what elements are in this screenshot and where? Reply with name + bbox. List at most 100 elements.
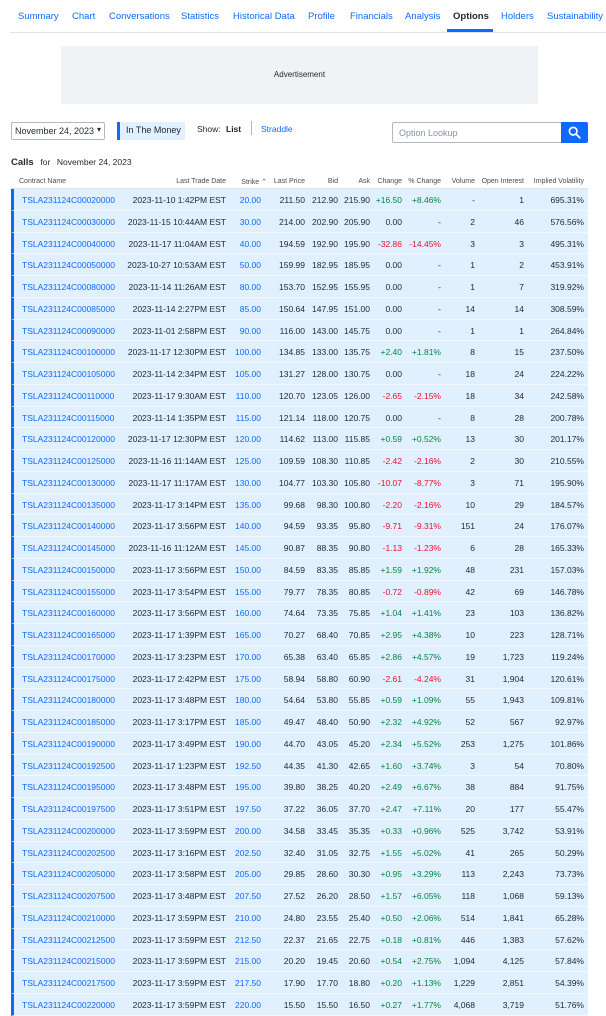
contract-link[interactable]: TSLA231124C00085000 bbox=[22, 304, 115, 314]
strike-link[interactable]: 170.00 bbox=[235, 652, 261, 662]
strike-link[interactable]: 192.50 bbox=[235, 761, 261, 771]
option-lookup-input[interactable] bbox=[392, 122, 561, 143]
strike-link[interactable]: 202.50 bbox=[235, 848, 261, 858]
show-straddle-option[interactable]: Straddle bbox=[261, 124, 293, 134]
contract-link[interactable]: TSLA231124C00115000 bbox=[22, 413, 114, 423]
contract-link[interactable]: TSLA231124C00185000 bbox=[22, 717, 115, 727]
contract-link[interactable]: TSLA231124C00040000 bbox=[22, 239, 115, 249]
col-strike[interactable]: Strike ⌃ bbox=[241, 178, 267, 186]
strike-link[interactable]: 20.00 bbox=[240, 195, 261, 205]
contract-link[interactable]: TSLA231124C00155000 bbox=[22, 587, 115, 597]
col-pct-change[interactable]: % Change bbox=[408, 178, 441, 185]
strike-link[interactable]: 50.00 bbox=[240, 260, 261, 270]
contract-link[interactable]: TSLA231124C00120000 bbox=[22, 434, 115, 444]
strike-link[interactable]: 175.00 bbox=[235, 674, 261, 684]
col-volume[interactable]: Volume bbox=[452, 178, 475, 185]
strike-link[interactable]: 145.00 bbox=[235, 543, 261, 553]
contract-link[interactable]: TSLA231124C00150000 bbox=[22, 565, 115, 575]
strike-link[interactable]: 160.00 bbox=[235, 608, 261, 618]
contract-link[interactable]: TSLA231124C00090000 bbox=[22, 326, 115, 336]
strike-link[interactable]: 155.00 bbox=[235, 587, 261, 597]
contract-link[interactable]: TSLA231124C00020000 bbox=[22, 195, 115, 205]
contract-link[interactable]: TSLA231124C00215000 bbox=[22, 956, 115, 966]
tab-options[interactable]: Options bbox=[453, 11, 489, 22]
col-implied-volatility[interactable]: Implied Volatility bbox=[534, 178, 584, 185]
contract-link[interactable]: TSLA231124C00180000 bbox=[22, 695, 115, 705]
tab-statistics[interactable]: Statistics bbox=[181, 11, 219, 22]
strike-link[interactable]: 212.50 bbox=[235, 935, 261, 945]
strike-link[interactable]: 185.00 bbox=[235, 717, 261, 727]
strike-link[interactable]: 200.00 bbox=[235, 826, 261, 836]
contract-link[interactable]: TSLA231124C00197500 bbox=[22, 804, 115, 814]
contract-link[interactable]: TSLA231124C00080000 bbox=[22, 282, 115, 292]
strike-link[interactable]: 105.00 bbox=[235, 369, 261, 379]
strike-link[interactable]: 110.00 bbox=[236, 391, 261, 401]
tab-chart[interactable]: Chart bbox=[72, 11, 95, 22]
col-open-interest[interactable]: Open Interest bbox=[482, 178, 524, 185]
strike-link[interactable]: 130.00 bbox=[235, 478, 261, 488]
strike-link[interactable]: 30.00 bbox=[240, 217, 261, 227]
col-last-price[interactable]: Last Price bbox=[274, 178, 305, 185]
show-list-option[interactable]: List bbox=[226, 124, 241, 134]
strike-link[interactable]: 100.00 bbox=[235, 347, 261, 357]
strike-link[interactable]: 220.00 bbox=[235, 1000, 261, 1010]
tab-summary[interactable]: Summary bbox=[18, 11, 59, 22]
col-ask[interactable]: Ask bbox=[358, 178, 370, 185]
tab-historical-data[interactable]: Historical Data bbox=[233, 11, 295, 22]
col-bid[interactable]: Bid bbox=[328, 178, 338, 185]
strike-link[interactable]: 120.00 bbox=[235, 434, 261, 444]
contract-link[interactable]: TSLA231124C00145000 bbox=[22, 543, 115, 553]
strike-link[interactable]: 80.00 bbox=[240, 282, 261, 292]
contract-link[interactable]: TSLA231124C00110000 bbox=[22, 391, 114, 401]
strike-link[interactable]: 90.00 bbox=[240, 326, 261, 336]
contract-link[interactable]: TSLA231124C00135000 bbox=[22, 500, 115, 510]
contract-link[interactable]: TSLA231124C00207500 bbox=[22, 891, 115, 901]
contract-link[interactable]: TSLA231124C00100000 bbox=[22, 347, 115, 357]
col-last-trade-date[interactable]: Last Trade Date bbox=[176, 178, 226, 185]
strike-link[interactable]: 135.00 bbox=[235, 500, 261, 510]
contract-link[interactable]: TSLA231124C00105000 bbox=[22, 369, 115, 379]
contract-link[interactable]: TSLA231124C00165000 bbox=[22, 630, 115, 640]
contract-link[interactable]: TSLA231124C00202500 bbox=[22, 848, 115, 858]
contract-link[interactable]: TSLA231124C00192500 bbox=[22, 761, 115, 771]
tab-conversations[interactable]: Conversations bbox=[109, 11, 170, 22]
strike-link[interactable]: 140.00 bbox=[235, 521, 261, 531]
tab-financials[interactable]: Financials bbox=[350, 11, 393, 22]
strike-link[interactable]: 207.50 bbox=[235, 891, 261, 901]
contract-link[interactable]: TSLA231124C00217500 bbox=[22, 978, 115, 988]
strike-link[interactable]: 180.00 bbox=[235, 695, 261, 705]
tab-sustainability[interactable]: Sustainability bbox=[547, 11, 603, 22]
strike-link[interactable]: 215.00 bbox=[235, 956, 261, 966]
option-lookup-button[interactable] bbox=[561, 122, 588, 143]
contract-link[interactable]: TSLA231124C00140000 bbox=[22, 521, 115, 531]
in-the-money-toggle[interactable]: In The Money bbox=[117, 122, 185, 140]
contract-link[interactable]: TSLA231124C00160000 bbox=[22, 608, 115, 618]
contract-link[interactable]: TSLA231124C00195000 bbox=[22, 782, 115, 792]
contract-link[interactable]: TSLA231124C00220000 bbox=[22, 1000, 115, 1010]
contract-link[interactable]: TSLA231124C00205000 bbox=[22, 869, 115, 879]
strike-link[interactable]: 40.00 bbox=[240, 239, 261, 249]
strike-link[interactable]: 150.00 bbox=[235, 565, 261, 575]
strike-link[interactable]: 125.00 bbox=[235, 456, 261, 466]
tab-holders[interactable]: Holders bbox=[501, 11, 534, 22]
tab-analysis[interactable]: Analysis bbox=[405, 11, 440, 22]
contract-link[interactable]: TSLA231124C00050000 bbox=[22, 260, 115, 270]
strike-link[interactable]: 165.00 bbox=[235, 630, 261, 640]
col-change[interactable]: Change bbox=[377, 178, 402, 185]
col-contract-name[interactable]: Contract Name bbox=[19, 178, 66, 185]
contract-link[interactable]: TSLA231124C00210000 bbox=[22, 913, 115, 923]
expiration-date-select[interactable]: November 24, 2023 ▾ bbox=[11, 122, 105, 140]
strike-link[interactable]: 217.50 bbox=[235, 978, 261, 988]
contract-link[interactable]: TSLA231124C00175000 bbox=[22, 674, 115, 684]
contract-link[interactable]: TSLA231124C00030000 bbox=[22, 217, 115, 227]
contract-link[interactable]: TSLA231124C00130000 bbox=[22, 478, 115, 488]
strike-link[interactable]: 190.00 bbox=[235, 739, 261, 749]
strike-link[interactable]: 115.00 bbox=[236, 413, 261, 423]
strike-link[interactable]: 195.00 bbox=[235, 782, 261, 792]
contract-link[interactable]: TSLA231124C00190000 bbox=[22, 739, 115, 749]
strike-link[interactable]: 205.00 bbox=[235, 869, 261, 879]
strike-link[interactable]: 197.50 bbox=[235, 804, 261, 814]
contract-link[interactable]: TSLA231124C00170000 bbox=[22, 652, 115, 662]
contract-link[interactable]: TSLA231124C00125000 bbox=[22, 456, 115, 466]
contract-link[interactable]: TSLA231124C00212500 bbox=[22, 935, 115, 945]
